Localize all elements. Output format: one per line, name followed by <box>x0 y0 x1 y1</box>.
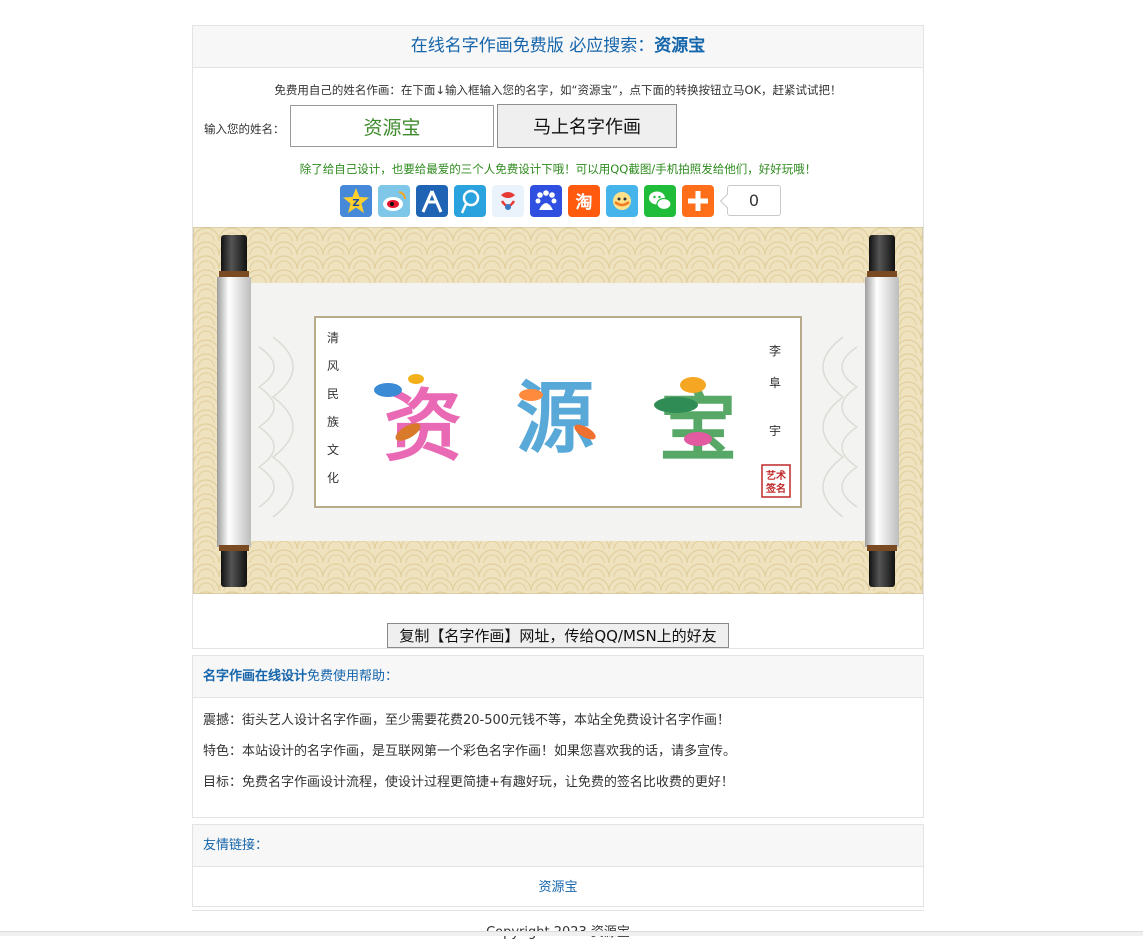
svg-text:化: 化 <box>327 471 339 485</box>
tencent-weibo-icon[interactable] <box>454 185 486 217</box>
help-line: 震撼：街头艺人设计名字作画，至少需要花费20-500元钱不等，本站全免费设计名字… <box>203 713 731 728</box>
svg-text:宇: 宇 <box>769 424 781 438</box>
svg-text:清: 清 <box>327 331 339 345</box>
svg-text:阜: 阜 <box>769 376 781 390</box>
help-title-bold: 名字作画在线设计 <box>203 669 308 684</box>
svg-text:族: 族 <box>327 415 339 429</box>
name-label: 输入您的姓名： <box>204 122 285 136</box>
intro-text: 免费用自己的姓名作画：在下面↓输入框输入您的名字，如“资源宝”，点下面的转换按钮… <box>274 83 842 97</box>
help-title-rest: 免费使用帮助： <box>307 669 399 684</box>
svg-text:Z: Z <box>352 198 359 209</box>
page-title: 在线名字作画免费版 必应搜索：资源宝 <box>193 26 923 68</box>
taobao-icon[interactable]: 淘 <box>568 185 600 217</box>
qq-friends-icon[interactable] <box>606 185 638 217</box>
help-line: 目标：免费名字作画设计流程，使设计过程更简捷+有趣好玩，让免费的签名比收费的更好… <box>203 775 734 790</box>
horizontal-scrollbar[interactable] <box>0 931 1143 936</box>
name-art-scroll-image: 清风民 族文化 李阜宇 资 源 宝 艺术 签名 <box>192 226 924 595</box>
name-input[interactable] <box>290 105 494 147</box>
svg-text:文: 文 <box>327 442 339 457</box>
help-panel: 名字作画在线设计免费使用帮助： 震撼：街头艺人设计名字作画，至少需要花费20-5… <box>192 655 924 818</box>
friend-link[interactable]: 资源宝 <box>538 880 577 895</box>
art-char-2: 源 <box>516 373 594 464</box>
friend-links-title: 友情链接： <box>193 825 923 867</box>
wechat-icon[interactable] <box>644 185 676 217</box>
svg-text:李: 李 <box>769 343 781 358</box>
svg-text:淘: 淘 <box>576 192 593 213</box>
svg-text:民: 民 <box>327 387 339 401</box>
art-char-3: 宝 <box>659 381 737 472</box>
help-line: 特色：本站设计的名字作画，是互联网第一个彩色名字作画！如果您喜欢我的话，请多宣传… <box>203 744 737 759</box>
page-title-text: 在线名字作画免费版 必应搜索： <box>410 36 655 56</box>
more-icon[interactable] <box>682 185 714 217</box>
friend-links-panel: 友情链接： 资源宝 <box>192 824 924 907</box>
svg-text:风: 风 <box>327 359 339 373</box>
page-title-brand: 资源宝 <box>654 36 706 56</box>
baidu-icon[interactable] <box>530 185 562 217</box>
share-count: 0 <box>727 185 781 216</box>
copy-url-button[interactable]: 复制【名字作画】网址，传给QQ/MSN上的好友 <box>387 623 729 648</box>
seal-line-1: 艺术 <box>766 469 786 482</box>
page-container: 在线名字作画免费版 必应搜索：资源宝 免费用自己的姓名作画：在下面↓输入框输入您… <box>192 25 924 907</box>
weibo-icon[interactable] <box>378 185 410 217</box>
share-tip-text: 除了给自己设计，也要给最爱的三个人免费设计下哦！可以用QQ截图/手机拍照发给他们… <box>299 162 817 176</box>
renren-icon[interactable] <box>416 185 448 217</box>
name-art-panel: 在线名字作画免费版 必应搜索：资源宝 免费用自己的姓名作画：在下面↓输入框输入您… <box>192 25 924 649</box>
tieba-icon[interactable] <box>492 185 524 217</box>
qzone-icon[interactable]: Z <box>340 185 372 217</box>
help-title: 名字作画在线设计免费使用帮助： <box>193 656 923 698</box>
seal-line-2: 签名 <box>765 482 786 495</box>
footer-divider <box>192 910 924 911</box>
generate-art-button[interactable]: 马上名字作画 <box>497 104 677 148</box>
